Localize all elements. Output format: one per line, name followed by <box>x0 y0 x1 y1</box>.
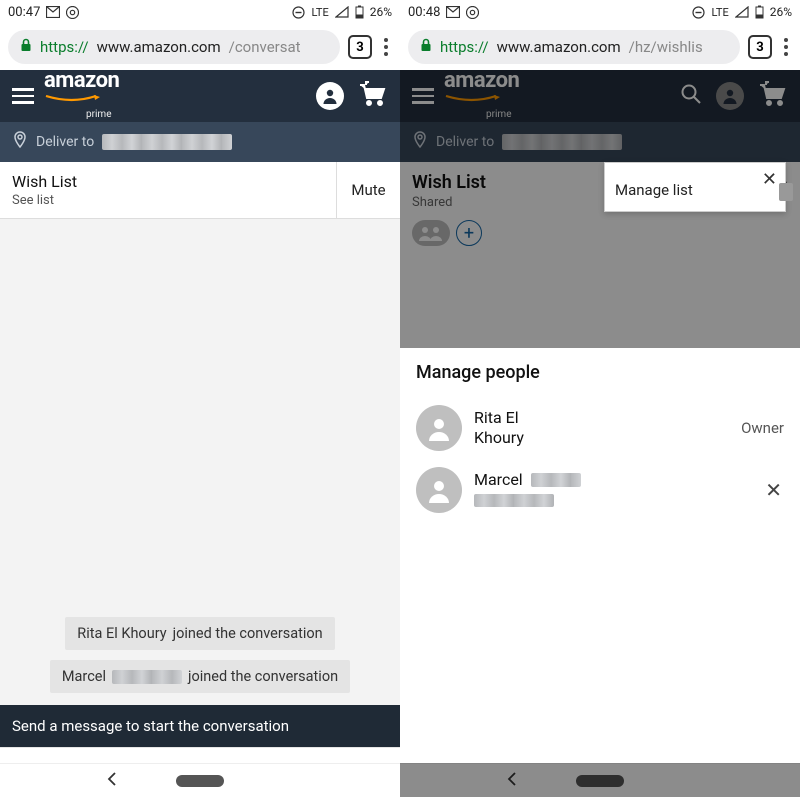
url-host: www.amazon.com <box>97 38 221 56</box>
tag-icon <box>779 183 793 201</box>
nav-home-pill[interactable] <box>176 775 224 787</box>
deliver-bar[interactable]: Deliver to <box>0 122 400 162</box>
person-name: Rita El Khoury <box>474 408 564 448</box>
sys-name: Rita El Khoury <box>77 625 166 642</box>
cart-icon[interactable] <box>358 81 388 111</box>
url-host: www.amazon.com <box>497 38 621 56</box>
lock-icon <box>20 38 32 56</box>
chrome-icon <box>466 6 479 19</box>
lock-icon <box>420 38 432 56</box>
url-bar[interactable]: https:// www.amazon.com/hz/wishlis <box>408 30 740 64</box>
person-row: Marcel ✕ <box>416 459 784 521</box>
redacted-address <box>102 134 232 150</box>
browser-bar: https:// www.amazon.com/conversat 3 <box>0 24 400 70</box>
person-row: Rita El Khoury Owner <box>416 397 784 459</box>
signal-icon <box>735 6 749 18</box>
amazon-logo[interactable]: amazon prime <box>44 70 306 122</box>
browser-menu-icon[interactable] <box>780 34 792 60</box>
chrome-icon <box>66 6 79 19</box>
deliver-label: Deliver to <box>36 134 94 150</box>
sys-text: joined the conversation <box>173 625 323 642</box>
browser-menu-icon[interactable] <box>380 34 392 60</box>
status-battery: 26% <box>370 5 392 19</box>
status-network: LTE <box>311 6 328 19</box>
person-role: Owner <box>741 419 784 437</box>
status-bar: 00:47 LTE 26% <box>0 0 400 24</box>
conversation-area: Rita El Khoury joined the conversation M… <box>0 219 400 705</box>
amazon-header: amazon prime <box>0 70 400 122</box>
menu-icon[interactable] <box>12 88 34 104</box>
battery-icon <box>355 5 364 19</box>
remove-person-button[interactable]: ✕ <box>763 474 784 506</box>
url-protocol: https:// <box>440 38 489 56</box>
system-message: Rita El Khoury joined the conversation <box>65 617 334 650</box>
close-icon[interactable]: ✕ <box>762 169 777 190</box>
sys-text: joined the conversation <box>188 668 338 685</box>
wishlist-title: Wish List <box>12 172 324 191</box>
wishlist-row: Wish List See list Mute <box>0 162 400 219</box>
mute-button[interactable]: Mute <box>336 162 400 218</box>
url-path: /conversat <box>229 38 301 56</box>
tab-count[interactable]: 3 <box>348 35 372 59</box>
status-network: LTE <box>711 6 728 19</box>
status-time: 00:48 <box>408 5 440 20</box>
wishlist-link[interactable]: Wish List See list <box>0 162 336 218</box>
account-icon[interactable] <box>316 82 344 110</box>
android-nav-bar <box>0 763 400 797</box>
redacted-name <box>531 473 581 487</box>
url-protocol: https:// <box>40 38 89 56</box>
sheet-title: Manage people <box>416 362 784 383</box>
status-battery: 26% <box>770 5 792 19</box>
mail-icon <box>46 6 60 18</box>
phone-left: 00:47 LTE 26% htt <box>0 0 400 797</box>
do-not-disturb-icon <box>292 6 305 19</box>
do-not-disturb-icon <box>692 6 705 19</box>
battery-icon <box>755 5 764 19</box>
browser-bar: https:// www.amazon.com/hz/wishlis 3 <box>400 24 800 70</box>
url-bar[interactable]: https:// www.amazon.com/conversat <box>8 30 340 64</box>
person-name: Marcel <box>474 470 751 490</box>
nav-back-icon[interactable] <box>104 771 120 791</box>
tab-count[interactable]: 3 <box>748 35 772 59</box>
system-message: Marcel joined the conversation <box>50 660 350 693</box>
wishlist-subtitle: See list <box>12 193 324 208</box>
manage-people-sheet: Manage people Rita El Khoury Owner Marce… <box>400 348 800 763</box>
manage-list-link[interactable]: Manage list <box>615 181 775 199</box>
phone-right: 00:48 LTE 26% htt <box>400 0 800 797</box>
mail-icon <box>446 6 460 18</box>
avatar-icon <box>416 405 462 451</box>
location-icon <box>12 131 28 153</box>
manage-list-popover: ✕ Manage list <box>604 162 786 212</box>
url-path: /hz/wishlis <box>629 38 703 56</box>
status-time: 00:47 <box>8 5 40 20</box>
avatar-icon <box>416 467 462 513</box>
conversation-hint: Send a message to start the conversation <box>0 705 400 747</box>
status-bar: 00:48 LTE 26% <box>400 0 800 24</box>
redacted-name <box>112 670 182 684</box>
sys-name: Marcel <box>62 668 106 685</box>
signal-icon <box>335 6 349 18</box>
redacted-detail <box>474 494 554 507</box>
